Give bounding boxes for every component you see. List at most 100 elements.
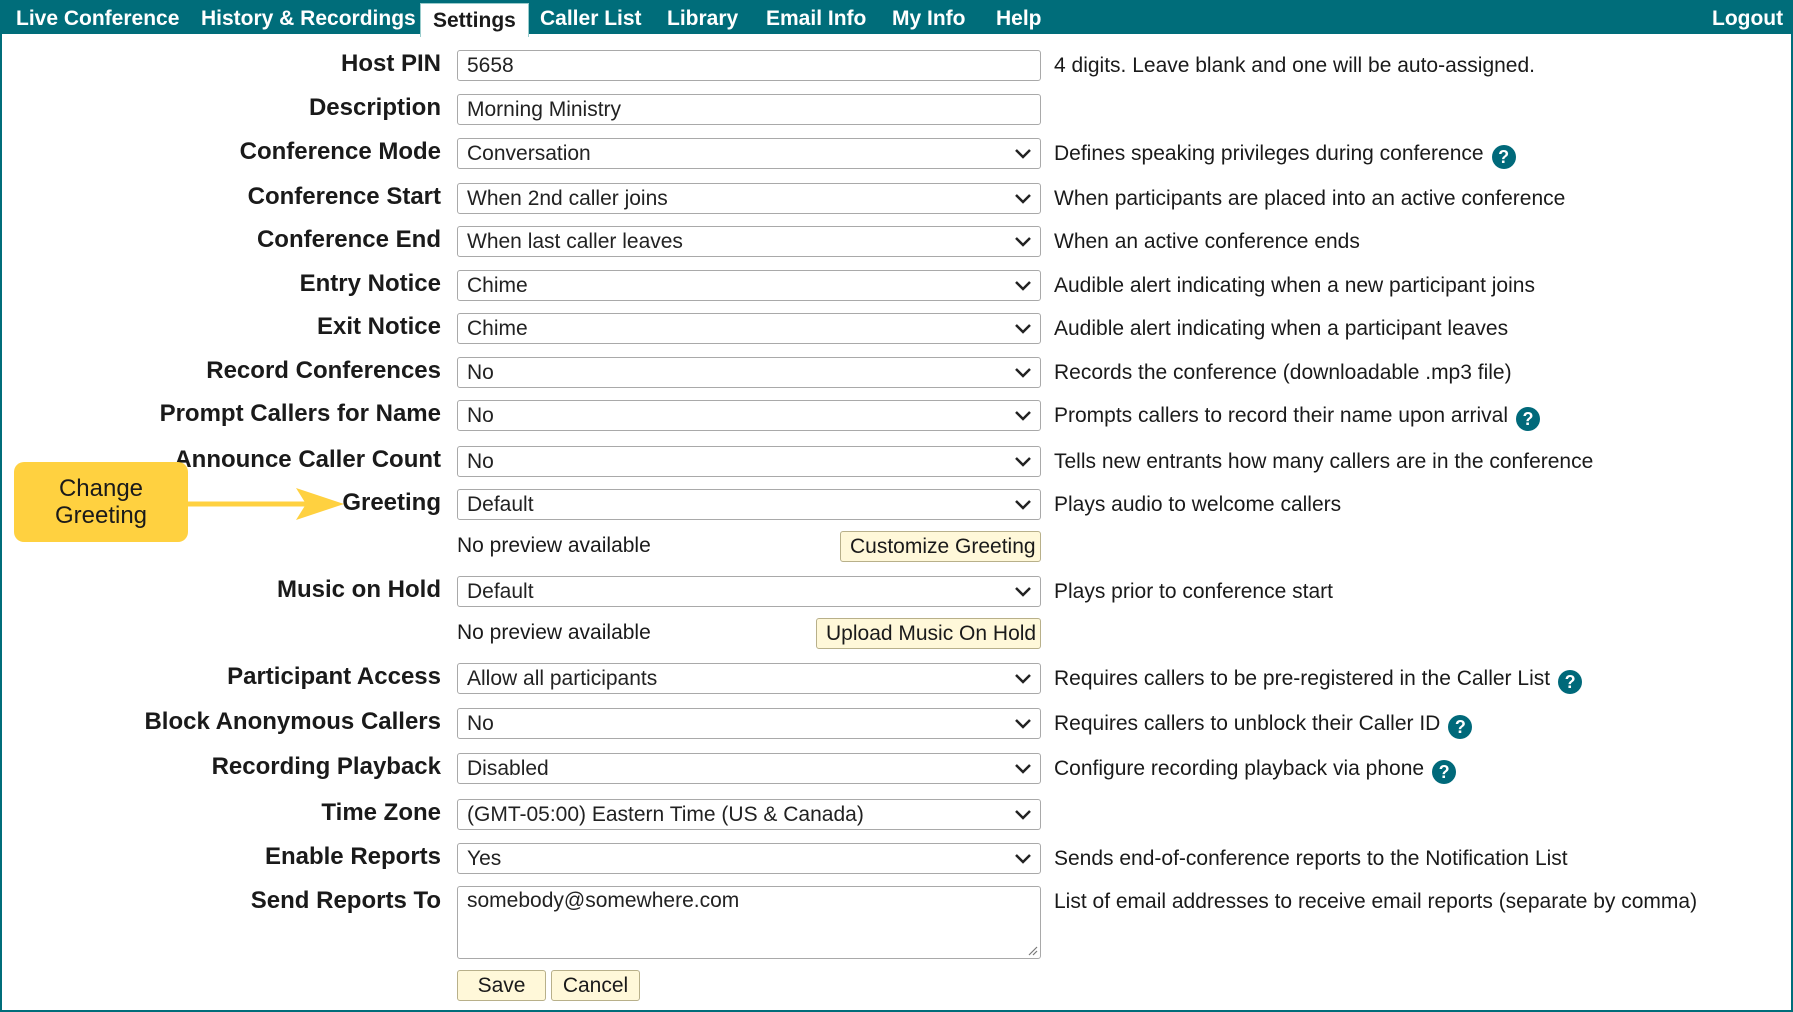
upload-music-button[interactable]: Upload Music On Hold <box>816 618 1041 649</box>
chevron-down-icon <box>1015 810 1031 820</box>
time-zone-value: (GMT-05:00) Eastern Time (US & Canada) <box>467 803 864 826</box>
conference-end-desc: When an active conference ends <box>1054 230 1360 253</box>
enable-reports-value: Yes <box>467 847 502 870</box>
announce-count-value: No <box>467 450 494 473</box>
conference-end-label: Conference End <box>256 226 441 253</box>
greeting-label: Greeting <box>342 489 441 516</box>
conference-end-value: When last caller leaves <box>467 230 683 253</box>
customize-greeting-button[interactable]: Customize Greeting <box>840 531 1041 562</box>
tab-my-info[interactable]: My Info <box>892 2 966 34</box>
record-conferences-select[interactable]: No <box>457 357 1041 388</box>
tab-settings[interactable]: Settings <box>420 3 529 37</box>
greeting-value: Default <box>467 493 534 516</box>
help-icon[interactable]: ? <box>1516 407 1541 431</box>
record-conferences-label: Record Conferences <box>206 357 441 384</box>
chevron-down-icon <box>1015 854 1031 864</box>
conference-mode-value: Conversation <box>467 142 591 165</box>
tab-history-recordings[interactable]: History & Recordings <box>201 2 416 34</box>
chevron-down-icon <box>1015 587 1031 597</box>
save-button[interactable]: Save <box>457 970 546 1001</box>
conference-mode-label: Conference Mode <box>239 138 441 165</box>
music-on-hold-label: Music on Hold <box>277 576 441 603</box>
recording-playback-select[interactable]: Disabled <box>457 753 1041 784</box>
music-on-hold-value: Default <box>467 580 534 603</box>
exit-notice-value: Chime <box>467 317 528 340</box>
send-reports-label: Send Reports To <box>250 887 441 914</box>
announce-count-select[interactable]: No <box>457 446 1041 477</box>
cancel-button[interactable]: Cancel <box>551 970 640 1001</box>
chevron-down-icon <box>1015 281 1031 291</box>
participant-access-desc: Requires callers to be pre-registered in… <box>1054 667 1583 694</box>
host-pin-input[interactable]: 5658 <box>457 50 1041 81</box>
record-conferences-value: No <box>467 361 494 384</box>
resize-grip-icon[interactable] <box>1026 944 1038 956</box>
arrow-right-icon <box>188 488 344 520</box>
send-reports-textarea[interactable]: somebody@somewhere.com <box>457 886 1041 959</box>
chevron-down-icon <box>1015 674 1031 684</box>
chevron-down-icon <box>1015 411 1031 421</box>
exit-notice-label: Exit Notice <box>316 313 441 340</box>
tab-caller-list[interactable]: Caller List <box>540 2 642 34</box>
block-anonymous-desc: Requires callers to unblock their Caller… <box>1054 712 1473 739</box>
conference-end-select[interactable]: When last caller leaves <box>457 226 1041 257</box>
help-icon[interactable]: ? <box>1558 670 1583 694</box>
host-pin-desc: 4 digits. Leave blank and one will be au… <box>1054 54 1535 77</box>
entry-notice-select[interactable]: Chime <box>457 270 1041 301</box>
participant-access-select[interactable]: Allow all participants <box>457 663 1041 694</box>
block-anonymous-label: Block Anonymous Callers <box>144 708 441 735</box>
exit-notice-select[interactable]: Chime <box>457 313 1041 344</box>
chevron-down-icon <box>1015 149 1031 159</box>
prompt-callers-value: No <box>467 404 494 427</box>
entry-notice-value: Chime <box>467 274 528 297</box>
description-label: Description <box>308 94 441 121</box>
announce-count-label: Announce Caller Count <box>174 446 441 473</box>
chevron-down-icon <box>1015 500 1031 510</box>
block-anonymous-select[interactable]: No <box>457 708 1041 739</box>
enable-reports-label: Enable Reports <box>264 843 441 870</box>
recording-playback-value: Disabled <box>467 757 549 780</box>
exit-notice-desc: Audible alert indicating when a particip… <box>1054 317 1509 340</box>
help-icon[interactable]: ? <box>1448 715 1473 739</box>
enable-reports-select[interactable]: Yes <box>457 843 1041 874</box>
change-greeting-callout: Change Greeting <box>14 462 188 542</box>
music-on-hold-select[interactable]: Default <box>457 576 1041 607</box>
host-pin-label: Host PIN <box>340 50 441 77</box>
recording-playback-desc: Configure recording playback via phone? <box>1054 757 1457 784</box>
chevron-down-icon <box>1015 764 1031 774</box>
conference-start-label: Conference Start <box>247 183 441 210</box>
prompt-callers-desc: Prompts callers to record their name upo… <box>1054 404 1541 431</box>
conference-start-desc: When participants are placed into an act… <box>1054 187 1566 210</box>
conference-mode-select[interactable]: Conversation <box>457 138 1041 169</box>
callout-line-2: Greeting <box>54 502 148 529</box>
tab-live-conference[interactable]: Live Conference <box>16 2 179 34</box>
settings-window: Live Conference History & Recordings Set… <box>0 0 1793 1012</box>
tab-library[interactable]: Library <box>667 2 738 34</box>
time-zone-label: Time Zone <box>321 799 441 826</box>
chevron-down-icon <box>1015 194 1031 204</box>
block-anonymous-desc-text: Requires callers to unblock their Caller… <box>1054 712 1441 735</box>
tab-email-info[interactable]: Email Info <box>766 2 866 34</box>
recording-playback-desc-text: Configure recording playback via phone <box>1054 757 1425 780</box>
chevron-down-icon <box>1015 237 1031 247</box>
logout-link[interactable]: Logout <box>1712 2 1783 34</box>
music-preview-text: No preview available <box>457 621 651 644</box>
conference-mode-desc-text: Defines speaking privileges during confe… <box>1054 142 1484 165</box>
chevron-down-icon <box>1015 324 1031 334</box>
callout-line-1: Change <box>58 475 144 502</box>
description-input[interactable]: Morning Ministry <box>457 94 1041 125</box>
recording-playback-label: Recording Playback <box>211 753 441 780</box>
tab-help[interactable]: Help <box>996 2 1042 34</box>
help-icon[interactable]: ? <box>1491 145 1516 169</box>
help-icon[interactable]: ? <box>1432 760 1457 784</box>
prompt-callers-select[interactable]: No <box>457 400 1041 431</box>
time-zone-select[interactable]: (GMT-05:00) Eastern Time (US & Canada) <box>457 799 1041 830</box>
greeting-preview-text: No preview available <box>457 534 651 557</box>
record-conferences-desc: Records the conference (downloadable .mp… <box>1054 361 1512 384</box>
prompt-callers-label: Prompt Callers for Name <box>159 400 441 427</box>
greeting-select[interactable]: Default <box>457 489 1041 520</box>
greeting-desc: Plays audio to welcome callers <box>1054 493 1342 516</box>
send-reports-desc: List of email addresses to receive email… <box>1054 890 1698 913</box>
conference-start-select[interactable]: When 2nd caller joins <box>457 183 1041 214</box>
conference-mode-desc: Defines speaking privileges during confe… <box>1054 142 1516 169</box>
entry-notice-label: Entry Notice <box>299 270 441 297</box>
